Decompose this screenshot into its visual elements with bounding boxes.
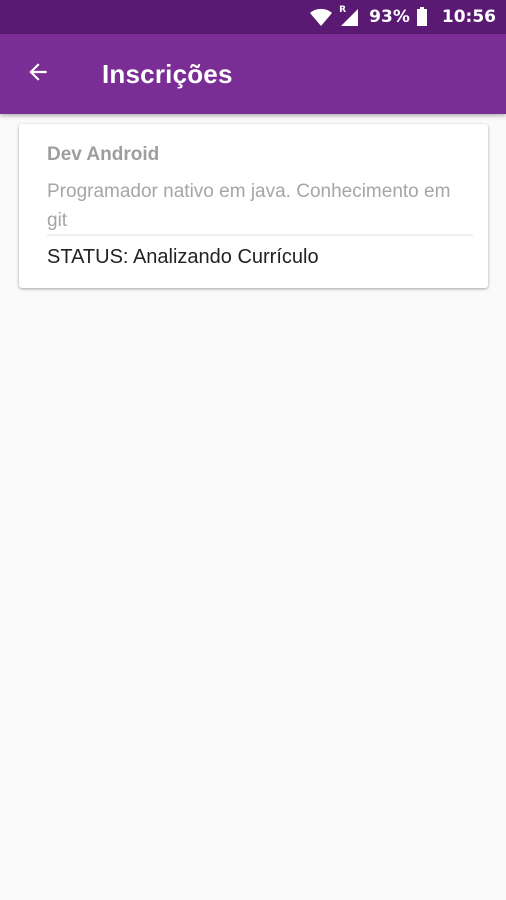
roaming-indicator: R bbox=[339, 5, 347, 15]
job-title: Dev Android bbox=[47, 144, 160, 165]
battery-icon bbox=[416, 7, 428, 27]
arrow-back-icon bbox=[25, 59, 51, 90]
job-description: Programador nativo em java. Conhecimento… bbox=[47, 181, 451, 231]
clock: 10:56 bbox=[441, 7, 496, 27]
wifi-icon bbox=[309, 7, 333, 27]
card-divider bbox=[47, 234, 473, 236]
app-bar: Inscrições bbox=[0, 34, 506, 114]
battery-percent: 93% bbox=[369, 7, 410, 27]
page-title: Inscrições bbox=[102, 59, 233, 89]
back-button[interactable] bbox=[14, 50, 62, 98]
application-status: STATUS: Analizando Currículo bbox=[47, 246, 319, 268]
status-bar: R 93% 10:56 bbox=[0, 0, 506, 34]
status-icons: R 93% 10:56 bbox=[309, 0, 496, 34]
subscription-card[interactable]: Dev Android Programador nativo em java. … bbox=[19, 124, 488, 288]
signal-icon: R bbox=[339, 5, 359, 27]
